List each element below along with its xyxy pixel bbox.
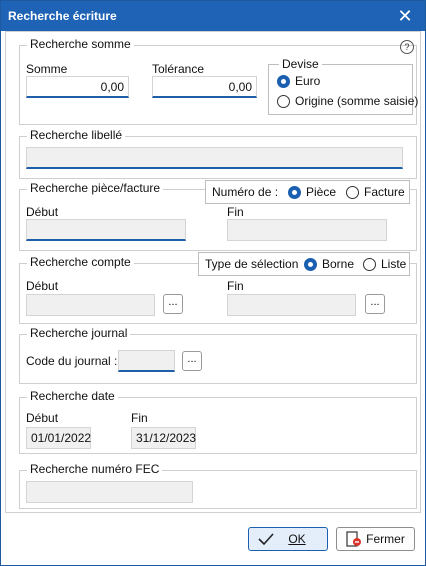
ok-button-label: OK bbox=[288, 532, 306, 546]
group-legend: Recherche pièce/facture bbox=[27, 181, 164, 195]
group-legend: Recherche journal bbox=[27, 326, 131, 340]
radio-origine-dot[interactable] bbox=[277, 94, 290, 108]
radio-euro-label: Euro bbox=[295, 74, 321, 88]
group-recherche-journal: Recherche journal Code du journal : ... bbox=[19, 326, 417, 384]
compte-fin-input[interactable] bbox=[227, 294, 356, 316]
radio-borne-dot[interactable] bbox=[304, 257, 317, 271]
fermer-button-label: Fermer bbox=[366, 532, 405, 546]
help-icon[interactable]: ? bbox=[400, 40, 414, 54]
radio-piece[interactable]: Pièce bbox=[288, 185, 336, 199]
radio-liste-label: Liste bbox=[381, 257, 407, 271]
type-selection-label: Type de sélection bbox=[205, 257, 299, 271]
tolerance-input[interactable]: 0,00 bbox=[152, 76, 257, 98]
piece-debut-label: Début bbox=[26, 205, 59, 219]
devise-box: Devise Euro Origine (somme saisie) bbox=[268, 57, 418, 115]
group-legend: Recherche numéro FEC bbox=[27, 462, 163, 476]
ok-button[interactable]: OK bbox=[248, 527, 328, 551]
date-debut-label: Début bbox=[26, 411, 59, 425]
numero-de-box: Numéro de : Pièce Facture bbox=[205, 180, 410, 204]
group-legend: Recherche compte bbox=[27, 255, 134, 269]
search-dialog: Recherche écriture ✕ Recherche somme ? S… bbox=[0, 0, 426, 566]
radio-piece-label: Pièce bbox=[306, 185, 337, 199]
compte-debut-input[interactable] bbox=[26, 294, 155, 316]
radio-facture-dot[interactable] bbox=[346, 185, 359, 199]
fermer-button[interactable]: Fermer bbox=[336, 527, 415, 551]
code-journal-label: Code du journal : bbox=[26, 354, 118, 368]
somme-label: Somme bbox=[26, 62, 68, 76]
group-recherche-fec: Recherche numéro FEC bbox=[19, 462, 417, 509]
date-debut-input[interactable]: 01/01/2022 bbox=[26, 427, 91, 449]
code-journal-browse-button[interactable]: ... bbox=[182, 351, 202, 371]
radio-borne-label: Borne bbox=[322, 257, 355, 271]
group-recherche-libelle: Recherche libellé bbox=[19, 128, 417, 179]
radio-facture[interactable]: Facture bbox=[346, 185, 405, 199]
piece-fin-input[interactable] bbox=[227, 219, 387, 241]
numero-de-label: Numéro de : bbox=[212, 185, 279, 199]
date-fin-input[interactable]: 31/12/2023 bbox=[131, 427, 196, 449]
group-legend: Recherche libellé bbox=[27, 128, 126, 142]
group-recherche-somme: Recherche somme ? Somme 0,00 Tolérance 0… bbox=[19, 37, 418, 125]
group-recherche-date: Recherche date Début 01/01/2022 Fin 31/1… bbox=[19, 389, 417, 454]
group-legend: Recherche date bbox=[27, 389, 118, 403]
piece-debut-input[interactable] bbox=[26, 219, 186, 241]
compte-debut-label: Début bbox=[26, 279, 59, 293]
libelle-input[interactable] bbox=[26, 147, 403, 169]
window-title: Recherche écriture bbox=[8, 9, 117, 23]
radio-liste[interactable]: Liste bbox=[363, 257, 406, 271]
title-bar: Recherche écriture ✕ bbox=[1, 1, 425, 31]
devise-legend: Devise bbox=[279, 57, 322, 71]
radio-borne[interactable]: Borne bbox=[304, 257, 354, 271]
compte-debut-browse-button[interactable]: ... bbox=[163, 294, 183, 314]
date-fin-label: Fin bbox=[131, 411, 148, 425]
close-icon[interactable]: ✕ bbox=[393, 4, 417, 28]
compte-fin-browse-button[interactable]: ... bbox=[365, 294, 385, 314]
radio-origine-label: Origine (somme saisie) bbox=[295, 94, 419, 108]
somme-input[interactable]: 0,00 bbox=[26, 76, 129, 98]
radio-origine[interactable]: Origine (somme saisie) bbox=[277, 94, 418, 108]
tolerance-label: Tolérance bbox=[152, 62, 205, 76]
code-journal-input[interactable] bbox=[118, 350, 175, 372]
group-recherche-compte: Recherche compte Type de sélection Borne… bbox=[19, 252, 417, 324]
radio-euro-dot[interactable] bbox=[277, 74, 290, 88]
radio-liste-dot[interactable] bbox=[363, 257, 376, 271]
dialog-content: Recherche somme ? Somme 0,00 Tolérance 0… bbox=[5, 31, 421, 513]
fec-input[interactable] bbox=[26, 481, 193, 503]
type-selection-box: Type de sélection Borne Liste bbox=[198, 252, 410, 276]
radio-facture-label: Facture bbox=[364, 185, 405, 199]
group-recherche-piece: Recherche pièce/facture Numéro de : Pièc… bbox=[19, 180, 417, 251]
radio-piece-dot[interactable] bbox=[288, 185, 301, 199]
group-legend: Recherche somme bbox=[27, 37, 134, 51]
compte-fin-label: Fin bbox=[227, 279, 244, 293]
radio-euro[interactable]: Euro bbox=[277, 74, 320, 88]
piece-fin-label: Fin bbox=[227, 205, 244, 219]
